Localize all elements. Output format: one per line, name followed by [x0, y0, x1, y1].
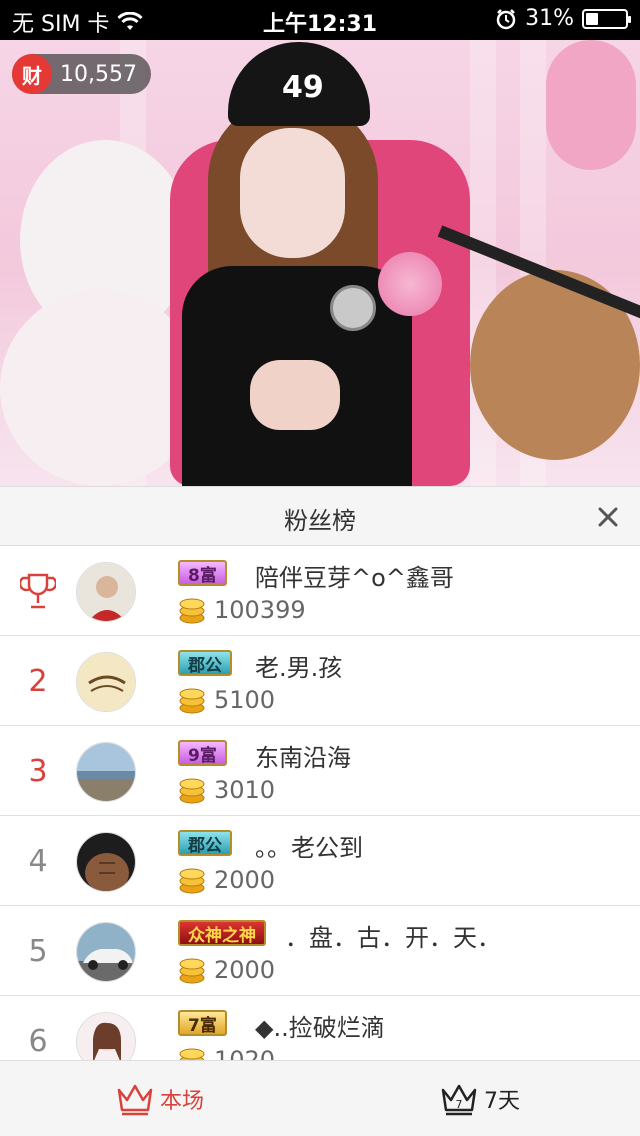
fan-name: 陪伴豆芽^o^鑫哥 [255, 564, 454, 592]
crown-7-icon: 7 [441, 1084, 477, 1116]
list-item[interactable]: 2 郡公 老.男.孩 5100 [0, 636, 640, 726]
fan-name: 东南沿海 [255, 744, 351, 772]
battery-icon [582, 8, 631, 29]
list-item[interactable]: 4 郡公 。。老公到 2000 [0, 816, 640, 906]
close-icon[interactable] [594, 503, 622, 531]
doll-decoration [546, 40, 636, 170]
coin-icon [179, 1048, 205, 1060]
coin-icon [179, 868, 205, 894]
status-right: 31% [495, 6, 631, 31]
trophy-icon [20, 573, 56, 609]
fan-name: ．盘．古．开．天． [285, 924, 501, 952]
avatar[interactable] [76, 832, 136, 892]
list-item[interactable]: 3 9富 东南沿海 3010 [0, 726, 640, 816]
coin-amount: 3010 [214, 776, 276, 804]
microphone [330, 285, 376, 331]
avatar[interactable] [76, 742, 136, 802]
coin-icon [179, 958, 205, 984]
coin-icon [179, 778, 205, 804]
rank-number: 5 [28, 933, 48, 969]
coin-icon [179, 688, 205, 714]
title-badge: 郡公 [178, 830, 232, 856]
coin-amount: 100399 [214, 596, 306, 624]
level-badge: 9富 [178, 740, 227, 766]
title-badge: 众神之神 [178, 920, 266, 946]
battery-fill [586, 12, 598, 25]
crown-icon [117, 1084, 153, 1116]
tab-seven-days[interactable]: 7 7天 [320, 1061, 640, 1136]
battery-percent: 31% [525, 6, 574, 31]
rank-number: 2 [28, 663, 48, 699]
tab-current-session[interactable]: 本场 [0, 1061, 320, 1136]
wealth-icon: 财 [12, 54, 52, 94]
flower-decoration [378, 252, 442, 316]
wealth-badge[interactable]: 财 10,557 [12, 54, 151, 94]
streamer-face [240, 128, 345, 258]
fans-panel-header: 粉丝榜 [0, 486, 640, 546]
rank-number: 4 [28, 843, 48, 879]
coin-amount: 2000 [214, 866, 276, 894]
avatar[interactable] [76, 1012, 136, 1060]
streamer-hands [250, 360, 340, 430]
status-bar: 无 SIM 卡 上午12:31 31% [0, 0, 640, 40]
crown-number: 7 [456, 1098, 463, 1111]
fan-name: 老.男.孩 [255, 654, 343, 682]
alarm-icon [496, 8, 516, 29]
tab-label: 7天 [484, 1089, 520, 1114]
fan-name: ◆..捡破烂滴 [255, 1014, 385, 1042]
live-video[interactable]: 49 财 10,557 [0, 40, 640, 486]
title-badge: 郡公 [178, 650, 232, 676]
list-item[interactable]: 5 众神之神 ．盘．古．开．天． 2000 [0, 906, 640, 996]
rank-number: 6 [28, 1023, 48, 1059]
fans-list[interactable]: 8富 陪伴豆芽^o^鑫哥 100399 2 郡公 老.男.孩 5100 3 9富… [0, 546, 640, 1060]
rank-cell [18, 546, 58, 636]
coin-amount: 1020 [214, 1046, 276, 1060]
avatar[interactable] [76, 922, 136, 982]
rank-number: 3 [28, 753, 48, 789]
avatar[interactable] [76, 652, 136, 712]
fan-name: 。。老公到 [255, 834, 363, 862]
list-item[interactable]: 6 7富 ◆..捡破烂滴 1020 [0, 996, 640, 1060]
level-badge: 7富 [178, 1010, 227, 1036]
coin-amount: 2000 [214, 956, 276, 984]
tab-label: 本场 [159, 1089, 204, 1114]
wealth-value: 10,557 [60, 61, 137, 87]
list-item[interactable]: 8富 陪伴豆芽^o^鑫哥 100399 [0, 546, 640, 636]
level-badge: 8富 [178, 560, 227, 586]
avatar[interactable] [76, 562, 136, 622]
cap-number: 49 [282, 70, 324, 105]
bottom-tab-bar: 本场 7 7天 [0, 1060, 640, 1136]
panel-title: 粉丝榜 [284, 507, 356, 535]
coin-icon [179, 598, 205, 624]
coin-amount: 5100 [214, 686, 276, 714]
